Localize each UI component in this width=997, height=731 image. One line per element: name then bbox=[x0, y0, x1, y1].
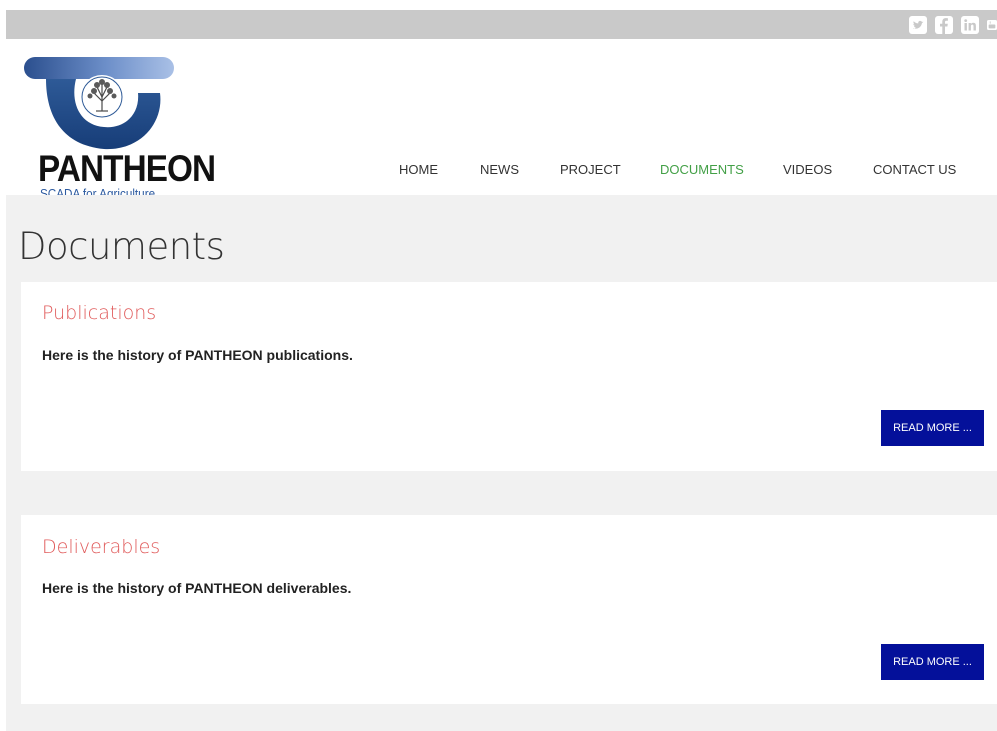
card-publications: Publications Here is the history of PANT… bbox=[21, 282, 997, 471]
linkedin-icon[interactable] bbox=[961, 16, 979, 34]
nav-item-home[interactable]: HOME bbox=[399, 162, 438, 177]
nav-item-videos[interactable]: VIDEOS bbox=[783, 162, 832, 177]
card-title[interactable]: Publications bbox=[42, 304, 156, 323]
page-title: Documents bbox=[18, 225, 225, 268]
card-title[interactable]: Deliverables bbox=[42, 538, 160, 557]
logo-emblem-icon bbox=[24, 57, 174, 150]
main-nav: HOME NEWS PROJECT DOCUMENTS VIDEOS CONTA… bbox=[6, 162, 997, 182]
site-header: PANTHEON SCADA for Agriculture HOME NEWS… bbox=[6, 39, 997, 200]
nav-item-contact-us[interactable]: CONTACT US bbox=[873, 162, 956, 177]
top-bar bbox=[6, 10, 997, 39]
nav-item-news[interactable]: NEWS bbox=[480, 162, 519, 177]
twitter-icon[interactable] bbox=[909, 16, 927, 34]
card-description: Here is the history of PANTHEON delivera… bbox=[42, 580, 352, 596]
social-links bbox=[909, 14, 997, 36]
read-more-button[interactable]: READ MORE ... bbox=[881, 644, 984, 680]
card-description: Here is the history of PANTHEON publicat… bbox=[42, 347, 353, 363]
nav-item-project[interactable]: PROJECT bbox=[560, 162, 621, 177]
facebook-icon[interactable] bbox=[935, 16, 953, 34]
read-more-button[interactable]: READ MORE ... bbox=[881, 410, 984, 446]
nav-item-documents[interactable]: DOCUMENTS bbox=[660, 162, 744, 177]
card-deliverables: Deliverables Here is the history of PANT… bbox=[21, 515, 997, 704]
page: PANTHEON SCADA for Agriculture HOME NEWS… bbox=[0, 0, 997, 731]
youtube-icon[interactable] bbox=[987, 16, 997, 34]
